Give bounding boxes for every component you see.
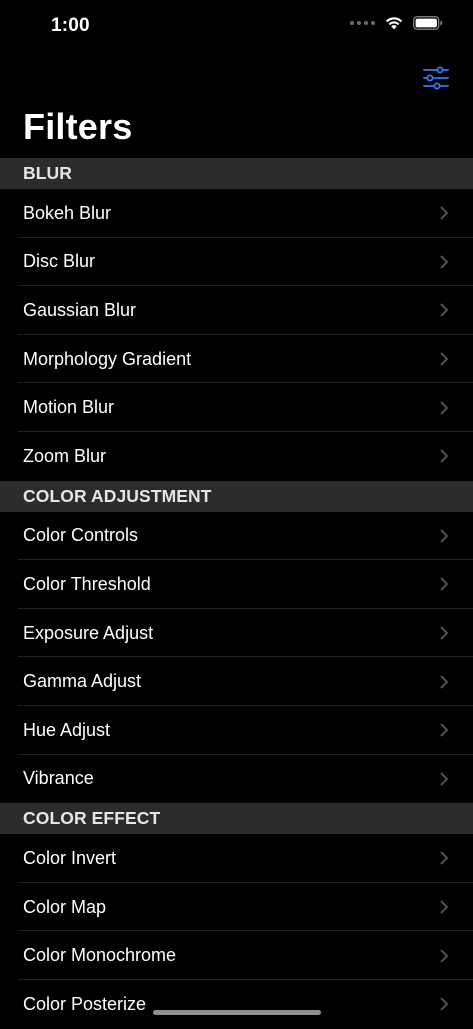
list-item-label: Color Map (23, 896, 107, 917)
list-item[interactable]: Exposure Adjust (0, 609, 473, 658)
home-indicator (153, 1010, 321, 1015)
list-item-label: Color Threshold (23, 573, 151, 594)
status-icons (350, 16, 443, 30)
filter-list: BLUR Bokeh Blur Disc Blur Gaussian Blur Morp… (0, 158, 473, 1029)
status-time: 1:00 (51, 15, 90, 36)
list-item[interactable]: Color Map (0, 883, 473, 932)
list-item-label: Color Invert (23, 847, 117, 868)
list-item[interactable]: Morphology Gradient (0, 335, 473, 384)
filter-settings-button[interactable] (423, 66, 449, 90)
list-item-label: Color Controls (23, 525, 139, 546)
battery-icon (413, 16, 443, 30)
sliders-icon (423, 66, 449, 90)
list-item-label: Color Monochrome (23, 945, 177, 966)
status-bar: 1:00 (0, 0, 473, 54)
list-item-label: Hue Adjust (23, 719, 111, 740)
cellular-signal-icon (350, 21, 375, 25)
list-item-label: Disc Blur (23, 251, 96, 272)
list-item-label: Vibrance (23, 768, 94, 789)
chevron-right-icon (440, 304, 448, 317)
navigation-bar (0, 54, 473, 98)
chevron-right-icon (440, 529, 448, 543)
list-item-label: Color Posterize (23, 993, 147, 1014)
chevron-right-icon (440, 352, 448, 366)
chevron-right-icon (440, 206, 448, 220)
chevron-right-icon (440, 578, 448, 591)
section-header: COLOR EFFECT (0, 803, 473, 835)
list-item[interactable]: Color Threshold (0, 560, 473, 609)
list-item-label: Morphology Gradient (23, 348, 192, 369)
list-item[interactable]: Motion Blur (0, 383, 473, 432)
chevron-right-icon (440, 852, 448, 865)
section-header: BLUR (0, 158, 473, 189)
list-item-label: Zoom Blur (23, 445, 107, 466)
list-item-label: Bokeh Blur (23, 202, 112, 223)
list-item[interactable]: Vibrance (0, 755, 473, 804)
page-title: Filters (23, 106, 133, 147)
chevron-right-icon (440, 449, 448, 463)
section-header: COLOR ADJUSTMENT (0, 480, 473, 512)
list-item[interactable]: Color Posterize (0, 980, 473, 1029)
chevron-right-icon (440, 772, 448, 786)
chevron-right-icon (440, 626, 448, 640)
list-item-label: Motion Blur (23, 397, 115, 418)
chevron-right-icon (440, 949, 448, 963)
wifi-icon (385, 17, 403, 30)
list-item[interactable]: Gaussian Blur (0, 286, 473, 335)
list-item[interactable]: Gamma Adjust (0, 657, 473, 706)
list-item-label: Exposure Adjust (23, 622, 154, 643)
chevron-right-icon (440, 997, 448, 1011)
chevron-right-icon (440, 401, 448, 415)
list-item[interactable]: Hue Adjust (0, 706, 473, 755)
list-item[interactable]: Color Monochrome (0, 931, 473, 980)
list-item[interactable]: Disc Blur (0, 238, 473, 287)
chevron-right-icon (440, 675, 448, 689)
chevron-right-icon (440, 900, 448, 914)
list-item[interactable]: Color Controls (0, 512, 473, 561)
list-item[interactable]: Color Invert (0, 834, 473, 883)
chevron-right-icon (440, 255, 448, 269)
list-item[interactable]: Bokeh Blur (0, 189, 473, 238)
list-item-label: Gamma Adjust (23, 671, 142, 692)
list-item[interactable]: Zoom Blur (0, 432, 473, 481)
chevron-right-icon (440, 723, 448, 737)
list-item-label: Gaussian Blur (23, 299, 137, 320)
